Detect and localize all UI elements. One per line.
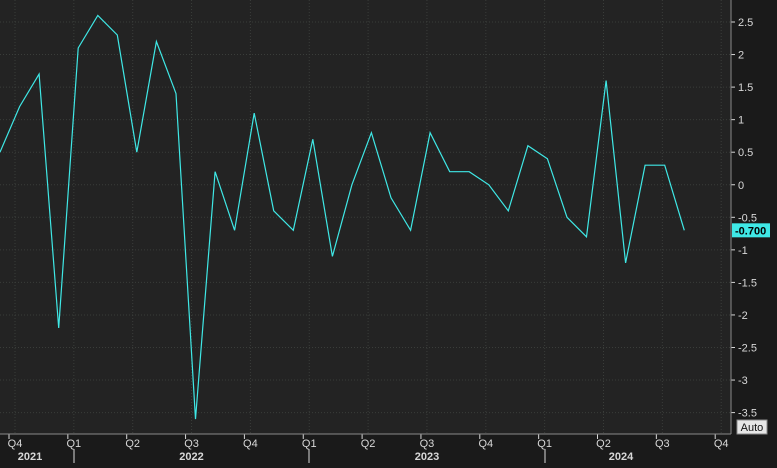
data-point [370,131,372,133]
data-point [664,164,666,166]
data-point [233,229,235,231]
data-point [605,79,607,81]
y-tick-label: 2.5 [738,17,753,29]
year-label: 2023 [415,451,439,463]
data-point [214,171,216,173]
data-point [390,197,392,199]
data-point [351,184,353,186]
y-tick-label: -0.5 [738,212,757,224]
data-point [527,144,529,146]
data-point [507,210,509,212]
x-tick-label: Q1 [302,438,317,450]
y-tick-label: -3 [738,375,748,387]
year-label: 2021 [18,451,42,463]
data-point [292,229,294,231]
data-point [194,418,196,420]
x-tick-label: Q4 [8,438,23,450]
data-point [468,171,470,173]
data-point [136,151,138,153]
y-tick-label: -2.5 [738,343,757,355]
data-point [546,158,548,160]
y-tick-label: 0.5 [738,147,753,159]
auto-scale-button[interactable]: Auto [736,419,768,435]
data-point [97,14,99,16]
x-tick-label: Q2 [125,438,140,450]
line-chart[interactable]: 2.5 2 1.5 1 0.5 0 -0.5 -1 -1.5 -2 -2.5 -3 -3.5 Q4 Q1 Q2… [0,0,777,463]
x-tick-label: Q3 [655,438,670,450]
data-point [644,164,646,166]
data-point [273,210,275,212]
data-point [448,171,450,173]
data-point [77,47,79,49]
year-label: 2022 [179,451,203,463]
x-tick-label: Q2 [361,438,376,450]
x-tick-label: Q3 [420,438,435,450]
y-tick-label: 0 [738,180,744,192]
data-point [624,262,626,264]
y-tick-label: 1 [738,115,744,127]
y-tick-label: -3.5 [738,408,757,420]
chart-container: 2.5 2 1.5 1 0.5 0 -0.5 -1 -1.5 -2 -2.5 -3 -3.5 Q4 Q1 Q2… [0,0,777,463]
data-point [175,92,177,94]
x-tick-label: Q4 [478,438,493,450]
last-value-label: -0.700 [735,225,766,237]
data-point [429,131,431,133]
data-point [57,327,59,329]
data-point [18,105,20,107]
y-tick-label: -2 [738,310,748,322]
y-tick-label: -1 [738,245,748,257]
y-tick-label: -1.5 [738,277,757,289]
x-tick-label: Q3 [184,438,199,450]
x-tick-label: Q2 [596,438,611,450]
data-point [488,184,490,186]
year-label: 2024 [609,451,634,463]
y-tick-label: 2 [738,50,744,62]
data-point [312,138,314,140]
x-tick-label: Q1 [537,438,552,450]
y-tick-label: 1.5 [738,82,753,94]
data-point [566,216,568,218]
auto-scale-button-label: Auto [741,422,764,434]
data-point [155,40,157,42]
x-tick-label: Q1 [67,438,82,450]
data-point [331,255,333,257]
data-point [585,236,587,238]
x-tick-label: Q4 [243,438,258,450]
data-point [683,229,685,231]
data-point [409,229,411,231]
data-point [253,112,255,114]
data-point [116,34,118,36]
x-tick-label: Q4 [714,438,729,450]
data-point [38,73,40,75]
